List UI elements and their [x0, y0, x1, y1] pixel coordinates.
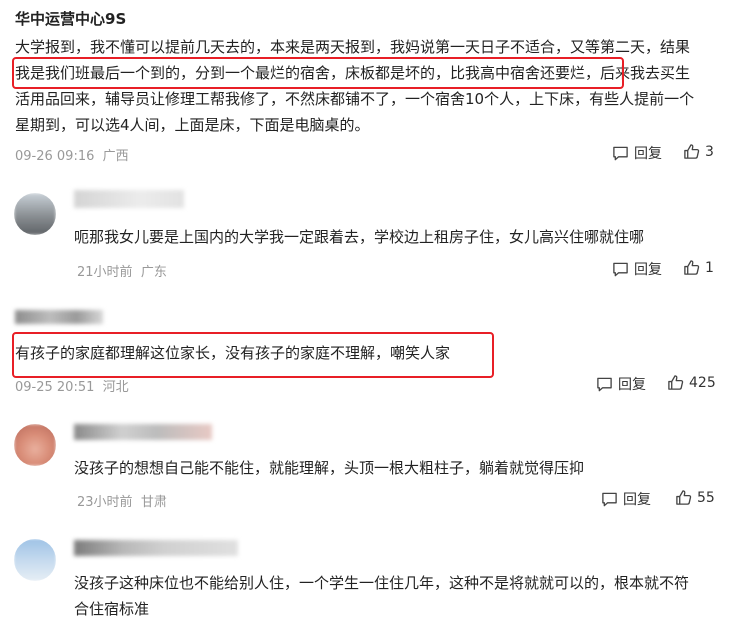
comment-4-like-count: 55 — [697, 489, 715, 506]
avatar[interactable] — [14, 424, 56, 466]
comment-4-location: 甘肃 — [140, 495, 167, 510]
comment-4-text: 没孩子的想想自己能不能住，就能理解，头顶一根大粗柱子，躺着就觉得压抑 — [74, 459, 585, 477]
comment-2-like-count: 1 — [705, 259, 714, 276]
comment-2-meta: 21小时前 广东 — [77, 261, 167, 280]
comment-bubble-icon — [613, 262, 628, 276]
comment-1-text: 大学报到，我不懂可以提前几天去的，本来是两天报到，我妈说第一天日子不适合，又等第… — [15, 34, 694, 138]
thumbs-up-icon — [676, 490, 692, 505]
comment-1-line-2: 我是我们班最后一个到的，分到一个最烂的宿舍，床板都是坏的，比我高中宿舍还要烂，后… — [15, 64, 691, 82]
comment-1-reply-button[interactable]: 回复 — [612, 143, 662, 163]
comment-5-username[interactable] — [74, 540, 238, 556]
comment-2-time: 21小时前 — [77, 265, 133, 280]
comment-1-meta: 09-26 09:16 广西 — [15, 145, 129, 164]
comment-2-like-button[interactable]: 1 — [683, 259, 714, 276]
comment-2-reply-button[interactable]: 回复 — [612, 259, 662, 279]
comment-1-line-1: 大学报到，我不懂可以提前几天去的，本来是两天报到，我妈说第一天日子不适合，又等第… — [15, 38, 691, 56]
comment-3-meta: 09-25 20:51 河北 — [15, 376, 129, 395]
avatar[interactable] — [14, 539, 56, 581]
comment-3-like-button[interactable]: 425 — [667, 374, 716, 391]
comment-3-reply-label: 回复 — [618, 377, 646, 393]
comment-1-reply-label: 回复 — [634, 146, 662, 162]
comment-bubble-icon — [602, 492, 617, 506]
comment-1-line-3: 活用品回来，辅导员让修理工帮我修了，不然床都铺不了，一个宿舍10个人，上下床，有… — [15, 90, 695, 108]
comment-3-reply-button[interactable]: 回复 — [596, 374, 646, 394]
comment-3-text: 有孩子的家庭都理解这位家长，没有孩子的家庭不理解，嘲笑人家 — [15, 344, 451, 362]
comment-2-location: 广东 — [140, 265, 167, 280]
comment-2-username[interactable] — [74, 190, 184, 208]
comment-bubble-icon — [613, 146, 628, 160]
comment-bubble-icon — [597, 377, 612, 391]
thumbs-up-icon — [668, 375, 684, 390]
comment-2-text: 呃那我女儿要是上国内的大学我一定跟着去，学校边上租房子住，女儿高兴住哪就住哪 — [74, 228, 645, 246]
comment-4-reply-button[interactable]: 回复 — [601, 489, 651, 509]
comment-2-reply-label: 回复 — [634, 262, 662, 278]
comment-1-like-count: 3 — [705, 143, 714, 160]
comment-1-like-button[interactable]: 3 — [683, 143, 714, 160]
comment-1-username[interactable]: 华中运营中心9S — [15, 8, 126, 29]
comment-3-username[interactable] — [15, 310, 103, 324]
thumbs-up-icon — [684, 144, 700, 159]
comment-5-line-1: 没孩子这种床位也不能给别人住，一个学生一住住几年，这种不是将就就可以的，根本就不… — [74, 574, 690, 592]
comment-4-reply-label: 回复 — [623, 492, 651, 508]
comment-3-time: 09-25 20:51 — [15, 380, 95, 395]
thumbs-up-icon — [684, 260, 700, 275]
avatar[interactable] — [14, 193, 56, 235]
comment-5-line-2: 合住宿标准 — [74, 600, 150, 618]
comment-1-time: 09-26 09:16 — [15, 149, 95, 164]
comment-3-location: 河北 — [102, 380, 129, 395]
comment-1-line-4: 星期到，可以选4人间，上面是床，下面是电脑桌的。 — [15, 116, 370, 134]
comment-4-time: 23小时前 — [77, 495, 133, 510]
comment-4-username[interactable] — [74, 424, 212, 440]
comment-1-location: 广西 — [102, 149, 129, 164]
comment-4-like-button[interactable]: 55 — [675, 489, 715, 506]
comment-3-like-count: 425 — [689, 374, 716, 391]
comment-5-text: 没孩子这种床位也不能给别人住，一个学生一住住几年，这种不是将就就可以的，根本就不… — [74, 570, 689, 622]
comment-4-meta: 23小时前 甘肃 — [77, 491, 167, 510]
